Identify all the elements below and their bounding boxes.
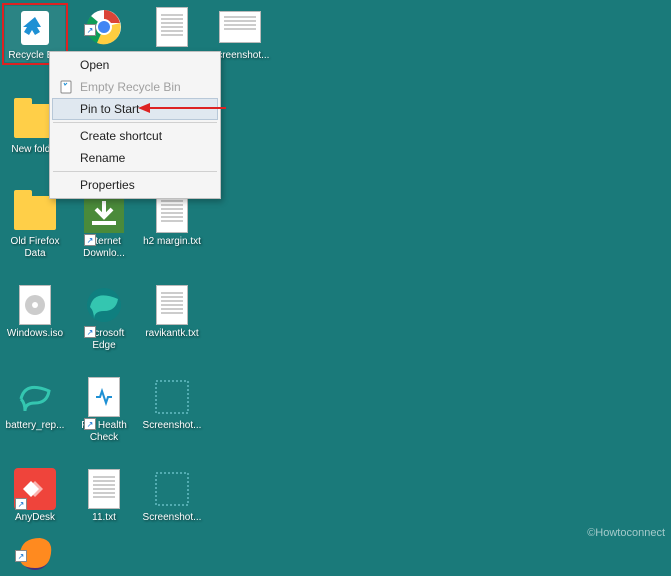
shortcut-arrow-icon: ↗: [84, 24, 96, 36]
icon-label: 11.txt: [92, 512, 116, 524]
menu-item-shortcut[interactable]: Create shortcut: [52, 125, 218, 147]
menu-item-label: Open: [80, 58, 109, 72]
icon-label: battery_rep...: [6, 420, 65, 432]
shortcut-arrow-icon: ↗: [15, 550, 27, 562]
desktop-icon-pc-health[interactable]: ↗PC Health Check: [74, 376, 134, 444]
icon-label: ravikantk.txt: [145, 328, 198, 340]
menu-item-pin[interactable]: Pin to Start: [52, 98, 218, 120]
windows-iso-icon: [14, 284, 56, 326]
shortcut-arrow-icon: ↗: [15, 498, 27, 510]
icon-label: Old Firefox Data: [5, 236, 65, 260]
eleven-txt-icon: [83, 468, 125, 510]
recycle-bin-mini-icon: [58, 79, 74, 95]
menu-item-open[interactable]: Open: [52, 54, 218, 76]
desktop-icon-eleven-txt[interactable]: 11.txt: [74, 468, 134, 524]
shortcut-arrow-icon: ↗: [84, 326, 96, 338]
menu-item-label: Pin to Start: [80, 102, 139, 116]
desktop-icon-anydesk[interactable]: ↗ AnyDesk: [5, 468, 65, 524]
context-menu: Open Empty Recycle Bin Pin to Start Create …: [49, 51, 221, 199]
screenshot2-icon: [151, 376, 193, 418]
menu-separator: [53, 122, 217, 123]
battery-rep-icon: [14, 376, 56, 418]
ms-edge-icon: [83, 284, 125, 326]
icon-label: PC Health Check: [74, 420, 134, 444]
desktop-icon-windows-iso[interactable]: Windows.iso: [5, 284, 65, 340]
icon-label: Windows.iso: [7, 328, 63, 340]
menu-item-rename[interactable]: Rename: [52, 147, 218, 169]
icon-label: AnyDesk: [15, 512, 55, 524]
menu-item-label: Create shortcut: [80, 129, 162, 143]
menu-item-properties[interactable]: Properties: [52, 174, 218, 196]
desktop-icon-ravikantk[interactable]: ravikantk.txt: [142, 284, 202, 340]
icon-label: Microsoft Edge: [74, 328, 134, 352]
desktop-icon-chrome[interactable]: ↗: [74, 6, 134, 50]
desktop-icon-old-firefox[interactable]: Old Firefox Data: [5, 192, 65, 260]
desktop-icon-firefox[interactable]: ↗: [5, 532, 65, 576]
pc-health-icon: [83, 376, 125, 418]
screenshot3-icon: [151, 468, 193, 510]
menu-item-label: Empty Recycle Bin: [80, 80, 181, 94]
shortcut-arrow-icon: ↗: [84, 418, 96, 430]
desktop-icon-screenshot3[interactable]: Screenshot...: [142, 468, 202, 524]
screenshot1-icon: [219, 6, 261, 48]
shortcut-arrow-icon: ↗: [84, 234, 96, 246]
menu-item-label: Properties: [80, 178, 135, 192]
icon-label: Screenshot...: [143, 420, 202, 432]
watermark: ©Howtoconnect: [587, 527, 665, 539]
desktop-icon-h2margin[interactable]: h2 margin.txt: [142, 192, 202, 248]
desktop-icon-internet-download[interactable]: ↗Internet Downlo...: [74, 192, 134, 260]
text1-icon: [151, 6, 193, 48]
menu-item-label: Rename: [80, 151, 125, 165]
ravikantk-icon: [151, 284, 193, 326]
desktop-icon-battery-rep[interactable]: battery_rep...: [5, 376, 65, 432]
icon-label: Internet Downlo...: [74, 236, 134, 260]
icon-label: h2 margin.txt: [143, 236, 201, 248]
icon-label: Screenshot...: [143, 512, 202, 524]
desktop-icon-screenshot2[interactable]: Screenshot...: [142, 376, 202, 432]
recycle-bin-icon: [14, 6, 56, 48]
menu-separator: [53, 171, 217, 172]
desktop-icon-ms-edge[interactable]: ↗Microsoft Edge: [74, 284, 134, 352]
menu-item-empty: Empty Recycle Bin: [52, 76, 218, 98]
desktop-icon-text1[interactable]: [142, 6, 202, 50]
